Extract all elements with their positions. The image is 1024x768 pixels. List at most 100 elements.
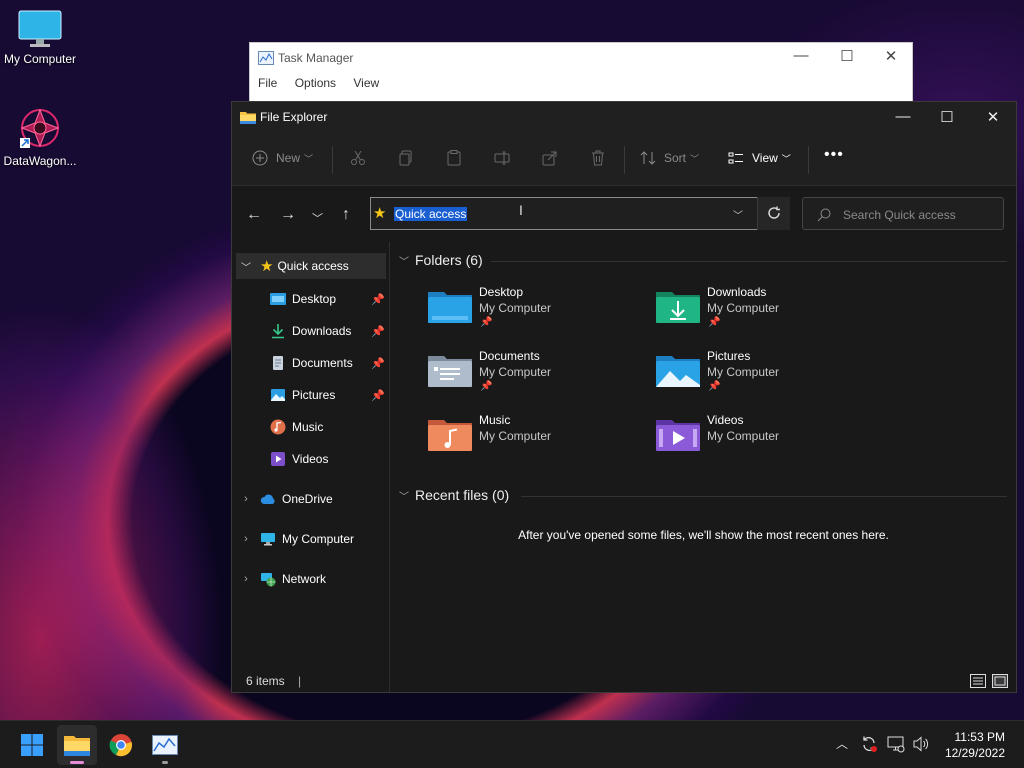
close-button[interactable]: ✕ <box>868 47 914 65</box>
folder-name: Pictures <box>707 349 751 363</box>
rename-button[interactable] <box>494 150 510 166</box>
delete-button[interactable] <box>590 150 606 166</box>
chevron-right-icon: › <box>244 573 248 585</box>
menu-options[interactable]: Options <box>295 76 336 90</box>
taskbar: ︿ 11:53 PM 12/29/2022 <box>0 720 1024 768</box>
nav-item-documents[interactable]: Documents 📌 <box>232 350 389 376</box>
desktop-folder-icon <box>428 292 472 323</box>
folder-tile-documents[interactable]: Documents My Computer 📌 <box>428 349 656 409</box>
sort-button[interactable]: Sort ﹀ <box>640 150 699 166</box>
up-button[interactable]: ↑ <box>342 206 350 224</box>
pin-icon: 📌 <box>480 317 493 328</box>
nav-item-my-computer[interactable]: › My Computer <box>232 526 389 552</box>
recent-locations-button[interactable]: ﹀ <box>312 210 323 226</box>
task-manager-window[interactable]: Task Manager — ☐ ✕ File Options View <box>249 42 913 102</box>
nav-item-quick-access[interactable]: ﹀ ★ Quick access <box>236 253 386 279</box>
desktop-icon-label: DataWagon... <box>3 154 77 168</box>
back-button[interactable]: ← <box>246 206 262 224</box>
item-count: 6 items <box>246 674 285 688</box>
nav-label: Quick access <box>277 259 349 273</box>
monitor-icon <box>18 10 62 47</box>
active-indicator <box>70 761 84 764</box>
toolbar-divider <box>332 146 333 174</box>
network-status-icon[interactable] <box>887 735 905 753</box>
nav-item-music[interactable]: Music <box>232 414 389 440</box>
desktop-icon-my-computer[interactable]: My Computer <box>0 10 80 66</box>
address-field[interactable]: ★ Quick access I ﹀ <box>370 197 790 230</box>
close-button[interactable]: ✕ <box>970 108 1016 126</box>
task-manager-title: Task Manager <box>278 51 354 65</box>
folder-name: Videos <box>707 413 744 427</box>
share-button[interactable] <box>542 150 558 166</box>
taskbar-chrome[interactable] <box>101 725 141 765</box>
maximize-button[interactable]: ☐ <box>924 108 970 126</box>
details-view-icon <box>973 677 983 685</box>
address-value[interactable]: Quick access <box>394 207 468 221</box>
minimize-button[interactable]: — <box>880 108 926 125</box>
nav-label: Pictures <box>292 388 336 402</box>
view-button[interactable]: View ﹀ <box>728 150 791 166</box>
cut-button[interactable] <box>350 150 366 166</box>
taskbar-file-explorer[interactable] <box>57 725 97 765</box>
sync-icon[interactable] <box>860 735 878 753</box>
nav-item-onedrive[interactable]: › OneDrive <box>232 486 389 512</box>
minimize-button[interactable]: — <box>778 47 824 64</box>
folder-tile-pictures[interactable]: Pictures My Computer 📌 <box>656 349 884 409</box>
folder-location: My Computer <box>707 365 780 379</box>
file-explorer-window[interactable]: File Explorer — ☐ ✕ New ﹀ Sort ﹀ View ﹀ … <box>231 101 1017 693</box>
volume-icon[interactable] <box>912 735 930 753</box>
maximize-button[interactable]: ☐ <box>824 47 870 65</box>
status-bar: 6 items | <box>246 674 301 688</box>
refresh-button[interactable] <box>757 197 790 230</box>
folder-tile-downloads[interactable]: Downloads My Computer 📌 <box>656 285 884 345</box>
nav-item-pictures[interactable]: Pictures 📌 <box>232 382 389 408</box>
menu-view[interactable]: View <box>353 76 379 90</box>
document-icon <box>273 356 283 370</box>
nav-label: OneDrive <box>282 492 333 506</box>
command-bar: New ﹀ Sort ﹀ View ﹀ ••• <box>232 132 1016 186</box>
nav-item-desktop[interactable]: Desktop 📌 <box>232 286 389 312</box>
folders-section-header[interactable]: ﹀ Folders (6) <box>399 252 483 268</box>
nav-label: Network <box>282 572 327 586</box>
system-clock[interactable]: 11:53 PM 12/29/2022 <box>945 729 1005 761</box>
desktop-icon-datawagon[interactable]: DataWagon... <box>0 106 80 168</box>
clipboard-icon <box>447 150 461 166</box>
video-icon <box>271 452 285 466</box>
tiles-view-button[interactable] <box>992 674 1008 688</box>
paste-button[interactable] <box>446 150 462 166</box>
music-folder-icon <box>428 420 472 451</box>
folder-tile-videos[interactable]: Videos My Computer <box>656 413 884 473</box>
nav-item-network[interactable]: › Network <box>232 566 389 592</box>
title-bar[interactable]: File Explorer — ☐ ✕ <box>232 102 1016 132</box>
more-options-icon: ••• <box>824 146 844 163</box>
folder-tile-music[interactable]: Music My Computer <box>428 413 656 473</box>
folder-location: My Computer <box>479 365 552 379</box>
view-label: View <box>752 151 778 165</box>
chevron-right-icon: › <box>244 493 248 505</box>
datawagon-icon <box>20 108 60 148</box>
address-dropdown-button[interactable]: ﹀ <box>733 207 743 222</box>
folders-header-label: Folders (6) <box>415 252 483 268</box>
folder-tile-desktop[interactable]: Desktop My Computer 📌 <box>428 285 656 345</box>
new-button[interactable]: New ﹀ <box>252 150 313 166</box>
forward-button[interactable]: → <box>280 206 296 224</box>
chevron-down-icon: ﹀ <box>241 262 251 274</box>
show-hidden-icons-button[interactable]: ︿ <box>836 735 848 752</box>
taskbar-task-manager[interactable] <box>145 725 185 765</box>
running-indicator <box>162 761 168 764</box>
menu-file[interactable]: File <box>258 76 277 90</box>
pin-icon: 📌 <box>371 325 385 338</box>
pin-icon: 📌 <box>708 381 721 392</box>
more-options-button[interactable]: ••• <box>824 146 844 164</box>
folder-name: Music <box>479 413 511 427</box>
windows-logo-icon <box>21 734 43 756</box>
start-button[interactable] <box>12 725 52 765</box>
chevron-down-icon: ﹀ <box>399 491 409 503</box>
details-view-button[interactable] <box>970 674 986 688</box>
nav-item-videos[interactable]: Videos <box>232 446 389 472</box>
search-box[interactable]: Search Quick access <box>802 197 1004 230</box>
recent-section-header[interactable]: ﹀ Recent files (0) <box>399 487 509 503</box>
downloads-folder-icon <box>656 292 700 323</box>
nav-item-downloads[interactable]: Downloads 📌 <box>232 318 389 344</box>
copy-button[interactable] <box>398 150 414 166</box>
